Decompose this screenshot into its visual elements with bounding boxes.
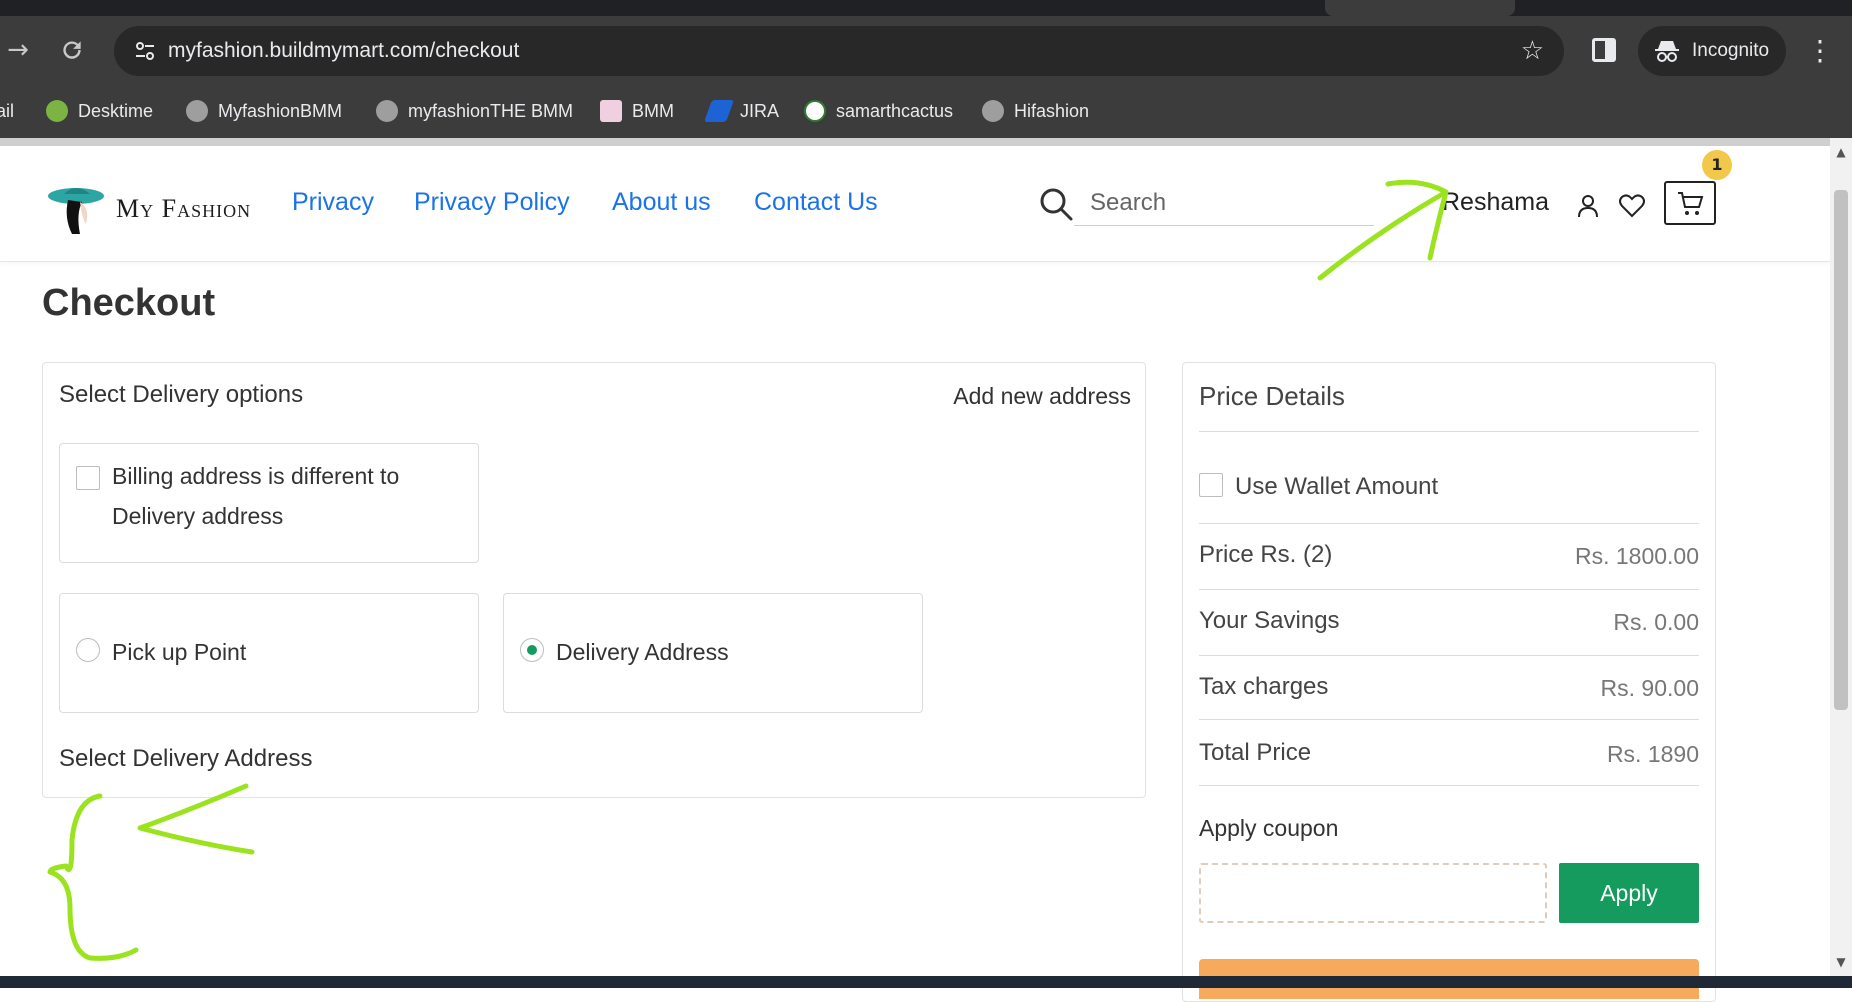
url-text[interactable]: myfashion.buildmymart.com/checkout: [168, 26, 519, 76]
cart-count-badge: 1: [1702, 150, 1732, 180]
forward-arrow-icon[interactable]: →: [0, 32, 36, 68]
logo-icon: [48, 188, 104, 234]
pickup-label: Pick up Point: [112, 639, 247, 665]
globe-icon: [982, 100, 1004, 122]
menu-dots-icon[interactable]: ⋮: [1806, 26, 1834, 76]
search-input[interactable]: [1074, 180, 1374, 226]
jira-icon: [703, 100, 735, 122]
divider: [1199, 785, 1699, 786]
pickup-radio[interactable]: [76, 638, 100, 662]
scroll-thumb[interactable]: [1834, 190, 1848, 710]
incognito-icon: [1655, 41, 1679, 62]
site-settings-icon[interactable]: [134, 40, 156, 62]
cactus-icon: [804, 100, 826, 122]
nav-privacy-policy[interactable]: Privacy Policy: [414, 188, 570, 217]
scroll-up-arrow-icon[interactable]: ▲: [1830, 142, 1852, 162]
bookmark-label: myfashionTHE BMM: [408, 101, 574, 121]
total-row-value: Rs. 1890: [1606, 741, 1699, 767]
divider: [1199, 431, 1699, 432]
billing-label-line2: Delivery address: [112, 503, 284, 529]
user-name[interactable]: Reshama: [1442, 188, 1549, 217]
incognito-button[interactable]: Incognito: [1638, 26, 1786, 76]
site-logo[interactable]: My Fashion: [46, 184, 266, 240]
tax-row-value: Rs. 90.00: [1600, 675, 1699, 701]
divider: [1199, 719, 1699, 720]
wallet-checkbox[interactable]: [1199, 473, 1223, 497]
cart-button[interactable]: [1664, 181, 1716, 225]
incognito-label: Incognito: [1692, 40, 1770, 61]
bookmark-label: ail: [0, 101, 15, 121]
globe-icon: [186, 100, 208, 122]
coupon-input[interactable]: [1199, 863, 1547, 923]
reload-icon[interactable]: [54, 32, 90, 68]
price-row-label: Price Rs. (2): [1199, 541, 1333, 568]
logo-text: My Fashion: [116, 194, 252, 223]
star-icon[interactable]: ☆: [1521, 26, 1544, 76]
browser-chrome: → myfashion.buildmymart.com/checkout ☆ I…: [0, 0, 1852, 146]
scroll-down-arrow-icon[interactable]: ▼: [1830, 952, 1852, 972]
price-details-panel: Price Details Use Wallet Amount Price Rs…: [1182, 362, 1716, 1002]
delivery-address-option[interactable]: Delivery Address: [503, 593, 923, 713]
heart-icon[interactable]: [1618, 192, 1646, 220]
delivery-options-panel: Select Delivery options Add new address …: [42, 362, 1146, 798]
billing-address-option[interactable]: Billing address is different to Delivery…: [59, 443, 479, 563]
delivery-address-radio[interactable]: [520, 638, 544, 662]
divider: [1199, 523, 1699, 524]
search-icon[interactable]: [1038, 186, 1074, 222]
active-tab[interactable]: [1325, 0, 1515, 16]
bookmark-label: Desktime: [78, 101, 154, 121]
pickup-point-option[interactable]: Pick up Point: [59, 593, 479, 713]
side-panel-icon[interactable]: [1592, 38, 1616, 62]
divider: [1199, 655, 1699, 656]
page-title: Checkout: [42, 282, 216, 324]
address-bar[interactable]: myfashion.buildmymart.com/checkout ☆: [114, 26, 1564, 76]
site-header: My Fashion Privacy Privacy Policy About …: [0, 146, 1830, 262]
billing-label-line1: Billing address is different to: [112, 463, 400, 489]
tab-strip: [0, 0, 1852, 16]
nav-privacy[interactable]: Privacy: [292, 188, 374, 217]
apply-coupon-title: Apply coupon: [1199, 815, 1339, 841]
bookmark-label: MyfashionBMM: [218, 101, 343, 121]
price-details-title: Price Details: [1199, 381, 1345, 411]
select-delivery-address-heading: Select Delivery Address: [59, 745, 313, 772]
annotation-brace: [47, 793, 139, 961]
savings-row-label: Your Savings: [1199, 607, 1340, 634]
apply-coupon-button[interactable]: Apply: [1559, 863, 1699, 923]
nav-contact-us[interactable]: Contact Us: [754, 188, 878, 217]
divider: [1199, 589, 1699, 590]
bookmarks-bar: ail Desktime MyfashionBMM myfashionTHE B…: [0, 88, 1852, 134]
globe-icon: [376, 100, 398, 122]
bookmark-label: JIRA: [740, 101, 780, 121]
add-new-address-link[interactable]: Add new address: [953, 383, 1131, 410]
bmm-icon: [600, 100, 622, 122]
wallet-label: Use Wallet Amount: [1235, 473, 1439, 500]
savings-row-value: Rs. 0.00: [1613, 609, 1699, 635]
delivery-options-heading: Select Delivery options: [59, 381, 304, 408]
page-scrollbar[interactable]: ▲ ▼: [1830, 138, 1852, 976]
desktime-icon: [46, 100, 68, 122]
page-top-strip: [0, 138, 1830, 146]
bookmark-label: BMM: [632, 101, 674, 121]
bookmark-label: samarthcactus: [836, 101, 954, 121]
total-row-label: Total Price: [1199, 739, 1312, 766]
bookmark-label: Hifashion: [1014, 101, 1090, 121]
billing-checkbox[interactable]: [76, 466, 100, 490]
nav-about-us[interactable]: About us: [612, 188, 711, 217]
price-row-value: Rs. 1800.00: [1574, 543, 1699, 569]
search-bar: [1038, 178, 1378, 230]
tax-row-label: Tax charges: [1199, 673, 1329, 700]
user-icon[interactable]: [1574, 192, 1602, 220]
cart-icon: [1678, 192, 1704, 215]
bookmark-item[interactable]: ail: [0, 88, 14, 134]
delivery-address-label: Delivery Address: [556, 639, 729, 665]
os-taskbar: [0, 976, 1852, 988]
